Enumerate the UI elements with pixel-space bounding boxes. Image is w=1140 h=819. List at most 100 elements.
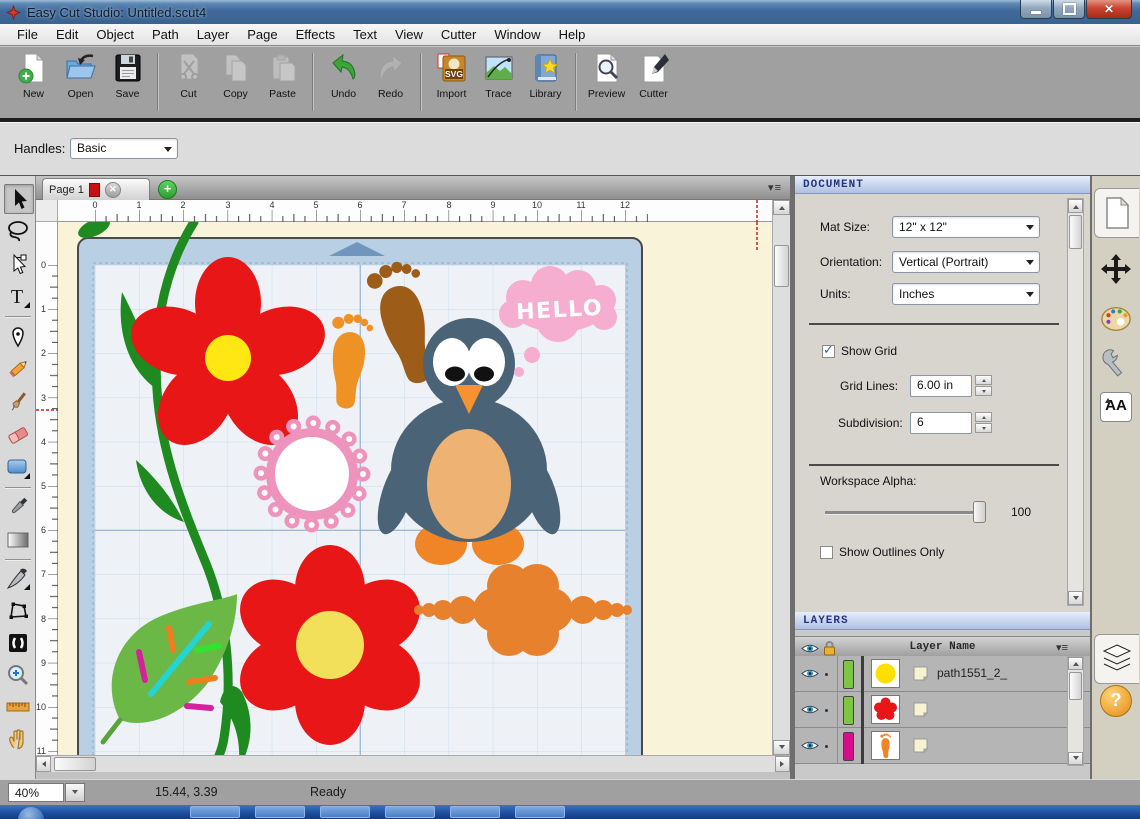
ruler-tool[interactable] xyxy=(4,693,32,721)
layer-visibility-eye-icon[interactable] xyxy=(801,667,819,680)
scroll-down-button[interactable] xyxy=(1068,752,1083,765)
artwork-scalloped-circle[interactable] xyxy=(261,423,363,525)
pen-tool[interactable] xyxy=(4,322,32,350)
text-tool[interactable]: T xyxy=(4,283,32,311)
layer-visibility-eye-icon[interactable] xyxy=(801,703,819,716)
taskbar-button[interactable] xyxy=(190,806,240,818)
lasso-tool[interactable] xyxy=(4,217,32,245)
node-edit-tool[interactable] xyxy=(4,597,32,625)
menu-layer[interactable]: Layer xyxy=(188,25,239,44)
scroll-thumb[interactable] xyxy=(774,245,789,287)
cutter-button[interactable]: Cutter xyxy=(630,51,677,113)
layer-row[interactable]: path1551_2_ xyxy=(795,656,1090,692)
menu-text[interactable]: Text xyxy=(344,25,386,44)
layer-thumbnail[interactable] xyxy=(871,659,900,688)
menu-edit[interactable]: Edit xyxy=(47,25,87,44)
scroll-up-button[interactable] xyxy=(773,200,790,215)
undo-button[interactable]: Undo xyxy=(320,51,367,113)
minimize-button[interactable] xyxy=(1020,0,1052,19)
stencil-tool[interactable] xyxy=(4,629,32,657)
eraser-tool[interactable] xyxy=(4,421,32,449)
menu-file[interactable]: File xyxy=(8,25,47,44)
shape-tool[interactable] xyxy=(4,454,32,482)
scroll-down-button[interactable] xyxy=(1068,591,1083,605)
menu-page[interactable]: Page xyxy=(238,25,286,44)
tab-menu-icon[interactable]: ▾≡ xyxy=(768,181,782,194)
hand-tool[interactable] xyxy=(4,725,32,753)
start-orb-icon[interactable] xyxy=(18,807,44,819)
show-outlines-checkbox[interactable] xyxy=(820,546,833,559)
document-panel-scrollbar[interactable] xyxy=(1067,198,1084,606)
gradient-tool[interactable] xyxy=(4,526,32,554)
subdivision-spinner[interactable] xyxy=(975,412,992,434)
windows-taskbar[interactable] xyxy=(0,805,1140,819)
layer-row[interactable] xyxy=(795,728,1090,764)
taskbar-button[interactable] xyxy=(385,806,435,818)
mat-size-select[interactable]: 12" x 12" xyxy=(892,216,1040,238)
menu-cutter[interactable]: Cutter xyxy=(432,25,485,44)
menu-window[interactable]: Window xyxy=(485,25,549,44)
workspace-alpha-slider-thumb[interactable] xyxy=(973,501,986,523)
note-icon[interactable] xyxy=(913,738,929,754)
units-select[interactable]: Inches xyxy=(892,283,1040,305)
spin-down-button[interactable] xyxy=(975,386,992,396)
spin-up-button[interactable] xyxy=(975,375,992,385)
note-icon[interactable] xyxy=(913,702,929,718)
note-icon[interactable] xyxy=(913,666,929,682)
zoom-level-box[interactable]: 40% xyxy=(8,783,64,802)
layer-visibility-eye-icon[interactable] xyxy=(801,739,819,752)
taskbar-button[interactable] xyxy=(320,806,370,818)
scroll-down-button[interactable] xyxy=(773,740,790,755)
close-page-icon[interactable]: ✕ xyxy=(105,182,121,198)
taskbar-button[interactable] xyxy=(450,806,500,818)
workspace-alpha-slider[interactable] xyxy=(825,511,985,515)
canvas-horizontal-scrollbar[interactable] xyxy=(36,755,790,772)
grid-lines-spinner[interactable] xyxy=(975,375,992,397)
grid-lines-input[interactable]: 6.00 in xyxy=(910,375,972,397)
knife-tool[interactable] xyxy=(4,565,32,593)
document-tab[interactable] xyxy=(1094,188,1139,238)
canvas-vertical-scrollbar[interactable] xyxy=(772,200,790,755)
menu-object[interactable]: Object xyxy=(87,25,143,44)
layer-color-bar[interactable] xyxy=(843,696,854,725)
font-tab[interactable]: AA xyxy=(1100,390,1132,424)
layer-thumbnail[interactable] xyxy=(871,731,900,760)
layer-thumbnail[interactable] xyxy=(871,695,900,724)
preview-button[interactable]: Preview xyxy=(583,51,630,113)
taskbar-button[interactable] xyxy=(515,806,565,818)
scroll-up-button[interactable] xyxy=(1068,657,1083,670)
scroll-up-button[interactable] xyxy=(1068,199,1083,213)
restore-button[interactable] xyxy=(1053,0,1085,19)
move-tab[interactable] xyxy=(1100,252,1132,286)
settings-tab[interactable] xyxy=(1100,346,1132,380)
page-tab[interactable]: Page 1 ✕ xyxy=(42,178,150,200)
new-button[interactable]: New xyxy=(10,51,57,113)
spin-down-button[interactable] xyxy=(975,423,992,433)
taskbar-button[interactable] xyxy=(255,806,305,818)
scroll-thumb[interactable] xyxy=(1069,215,1082,249)
open-button[interactable]: Open xyxy=(57,51,104,113)
layers-menu-icon[interactable]: ▾≡ xyxy=(1056,641,1068,654)
scroll-thumb[interactable] xyxy=(54,757,96,771)
canvas-viewport[interactable]: HELLO xyxy=(58,222,772,755)
menu-effects[interactable]: Effects xyxy=(287,25,345,44)
library-button[interactable]: Library xyxy=(522,51,569,113)
close-button[interactable]: ✕ xyxy=(1086,0,1132,19)
zoom-dropdown-button[interactable] xyxy=(65,783,85,802)
show-grid-checkbox[interactable] xyxy=(822,345,835,358)
handles-select[interactable]: Basic xyxy=(70,138,178,159)
layer-row[interactable] xyxy=(795,692,1090,728)
subdivision-input[interactable]: 6 xyxy=(910,412,972,434)
scroll-left-button[interactable] xyxy=(36,756,51,772)
trace-button[interactable]: Trace xyxy=(475,51,522,113)
scroll-right-button[interactable] xyxy=(775,756,790,772)
select-tool[interactable] xyxy=(4,184,34,214)
layers-panel-scrollbar[interactable] xyxy=(1067,656,1084,766)
pencil-tool[interactable] xyxy=(4,355,32,383)
spin-up-button[interactable] xyxy=(975,412,992,422)
layer-color-bar[interactable] xyxy=(843,732,854,761)
page-color-swatch[interactable] xyxy=(89,183,100,197)
layer-color-bar[interactable] xyxy=(843,660,854,689)
scroll-thumb[interactable] xyxy=(1069,672,1082,700)
add-page-button[interactable]: + xyxy=(158,180,177,199)
